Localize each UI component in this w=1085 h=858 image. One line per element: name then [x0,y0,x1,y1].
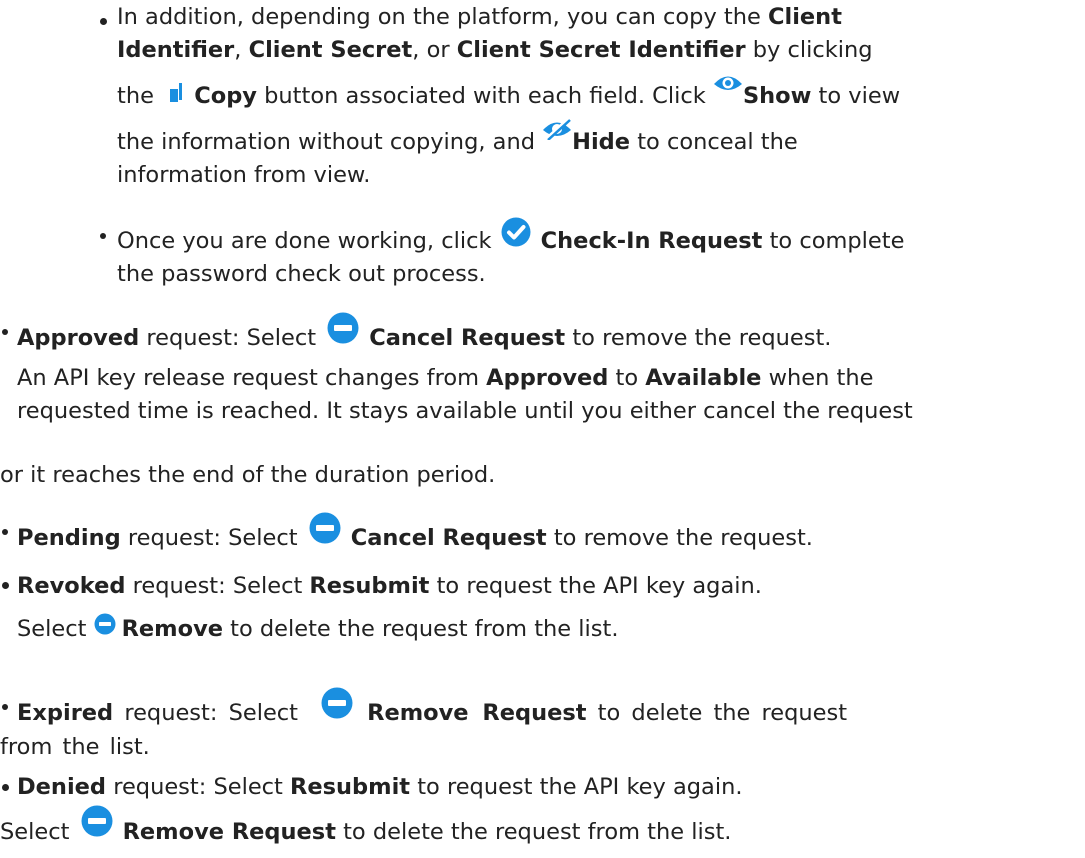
hide-button-label: Hide [572,129,631,155]
text: request: Select [106,774,291,800]
text: when the [761,365,874,391]
text: information from view. [117,162,371,188]
client-secret-identifier-term: Client Secret Identifier [456,37,746,63]
text: request: Select [125,573,310,599]
status-approved: Approved [486,365,609,391]
text: Once you are done working, click [117,228,499,254]
minus-circle-icon [94,612,116,645]
text: from the list. [0,734,150,760]
minus-circle-icon [309,512,341,554]
status-pending: Pending [17,525,121,551]
text: Select [17,616,94,642]
documentation-page: In addition, depending on the platform, … [0,0,1085,858]
eye-slash-icon [542,117,572,150]
text: to [608,365,646,391]
resubmit-label: Resubmit [309,573,430,599]
text: the information without copying, and [117,129,543,155]
nested-item-check-in: Once you are done working, click Check-I… [117,217,905,291]
text: to request the API key again. [429,573,762,599]
text: to delete the request from the list. [335,819,732,845]
resubmit-label: Resubmit [290,774,411,800]
text: the [117,83,162,109]
minus-circle-icon [321,687,353,729]
client-identifier-term: Client [767,4,842,30]
text: button associated with each field. Click [256,83,713,109]
approved-note-line3: or it reaches the end of the duration pe… [0,459,495,492]
bullet [2,529,8,535]
copy-icon [169,80,183,113]
status-expired: Expired [17,700,114,726]
text: to remove the request. [546,525,813,551]
text: to conceal the [630,129,798,155]
cancel-request-label: Cancel Request [369,325,566,351]
cancel-request-label: Cancel Request [350,525,547,551]
text: to remove the request. [565,325,832,351]
denied-sub-line: Select Remove Request to delete the requ… [0,805,732,849]
list-item-denied: Denied request: Select Resubmit to reque… [17,771,743,804]
remove-label: Remove [121,616,223,642]
check-in-request-label: Check-In Request [540,228,763,254]
text: to complete [762,228,905,254]
client-identifier-term: Identifier [117,37,235,63]
check-circle-icon [501,217,531,257]
text: or it reaches the end of the duration pe… [0,462,496,488]
text: the password check out process. [117,261,486,287]
text: requested time is reached. It stays avai… [17,398,913,424]
list-item-pending: Pending request: Select Cancel Request t… [17,512,813,555]
status-denied: Denied [17,774,107,800]
expired-line2: from the list. [0,731,150,764]
text: An API key release request changes from [17,365,487,391]
bullet [100,233,106,239]
status-approved: Approved [17,325,140,351]
list-item-approved: Approved request: Select Cancel Request … [17,312,913,428]
text: request: Select [139,325,324,351]
list-item-revoked: Revoked request: Select Resubmit to requ… [17,570,762,646]
bullet [2,582,9,589]
copy-button-label: Copy [194,83,257,109]
text: to delete the request from the list. [223,616,619,642]
eye-icon [713,71,743,104]
text: , [234,37,249,63]
nested-item-copy-info: In addition, depending on the platform, … [117,1,900,192]
status-revoked: Revoked [17,573,126,599]
bullet [100,18,107,25]
text: to delete the request [586,700,848,726]
minus-circle-icon [327,312,359,354]
client-secret-term: Client Secret [248,37,413,63]
bullet [2,704,8,710]
text: by clicking [745,37,873,63]
text: to view [811,83,901,109]
text: request: Select [120,525,305,551]
minus-circle-icon [81,805,113,847]
text: In addition, depending on the platform, … [117,4,768,30]
text: request: Select [113,700,310,726]
text: to request the API key again. [410,774,743,800]
text: Select [0,819,77,845]
remove-request-label: Remove Request [367,700,587,726]
show-button-label: Show [742,83,812,109]
text: , or [412,37,457,63]
status-available: Available [645,365,762,391]
bullet [2,784,9,791]
list-item-expired: Expired request: Select Remove Request t… [17,687,847,730]
bullet [2,329,8,335]
remove-request-label: Remove Request [122,819,336,845]
